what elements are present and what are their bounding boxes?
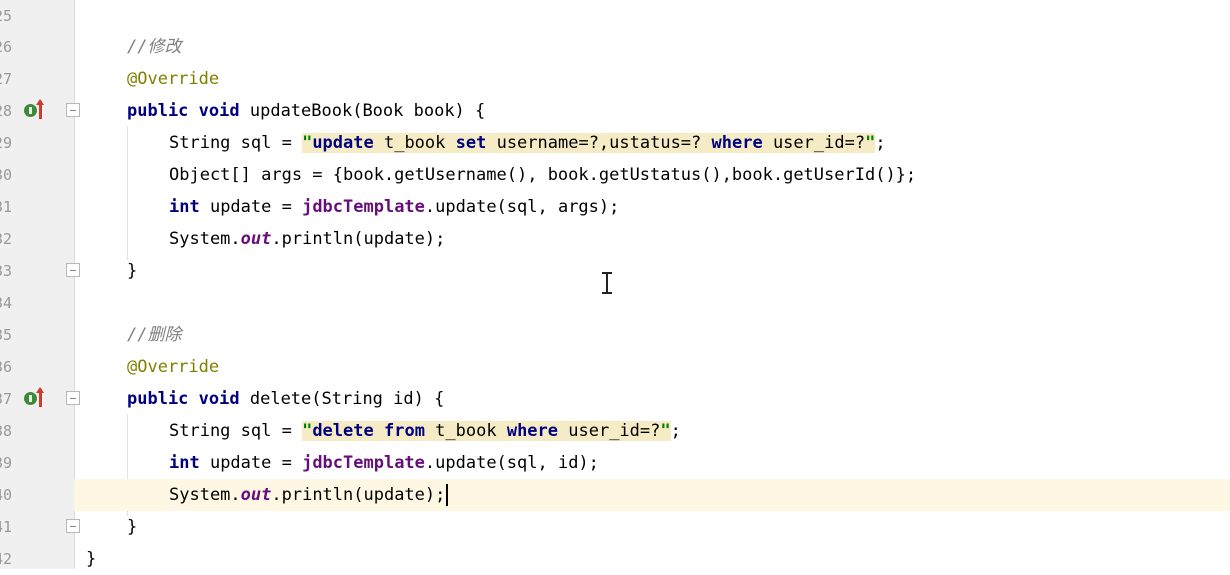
line-number: 41 (0, 518, 13, 536)
code-line[interactable]: 37 public void delete(String id) { (0, 383, 1230, 415)
line-number: 25 (0, 7, 13, 25)
code-line[interactable]: 26 //修改 (0, 31, 1230, 63)
code-line[interactable]: 36 @Override (0, 351, 1230, 383)
comment: //删除 (127, 325, 182, 345)
fold-icon[interactable] (66, 263, 80, 277)
code-line[interactable]: 27 @Override (0, 63, 1230, 95)
text-caret (446, 484, 449, 506)
code-text: String sql = (169, 133, 303, 153)
method-signature: updateBook(Book book) { (239, 101, 486, 121)
code-line[interactable]: 33 } (0, 255, 1230, 287)
keyword: int (169, 453, 200, 473)
code-line[interactable]: 40 System.out.println(update); (0, 479, 1230, 511)
string-literal: "delete from t_book where user_id=?" (302, 421, 671, 441)
code-line[interactable]: 29 String sql = "update t_book set usern… (0, 127, 1230, 159)
fold-icon[interactable] (66, 103, 80, 117)
line-number: 29 (0, 134, 13, 152)
method-signature: delete(String id) { (239, 389, 445, 409)
text-cursor-icon (602, 272, 612, 294)
line-number: 42 (0, 550, 13, 568)
line-number: 33 (0, 262, 13, 280)
implements-method-icon[interactable] (24, 387, 46, 409)
code-line[interactable]: 31 int update = jdbcTemplate.update(sql,… (0, 191, 1230, 223)
line-number: 37 (0, 390, 13, 408)
line-number: 28 (0, 102, 13, 120)
closing-brace: } (127, 261, 138, 281)
field-reference: jdbcTemplate (302, 197, 425, 217)
keyword: void (198, 101, 240, 121)
line-number: 30 (0, 166, 13, 184)
line-number: 40 (0, 486, 13, 504)
line-number: 26 (0, 38, 13, 56)
code-line[interactable]: 34 (0, 287, 1230, 319)
code-line[interactable]: 30 Object[] args = {book.getUsername(), … (0, 159, 1230, 191)
line-number: 38 (0, 422, 13, 440)
string-literal: "update t_book set username=?,ustatus=? … (302, 133, 876, 153)
implements-method-icon[interactable] (24, 99, 46, 121)
field-reference: jdbcTemplate (302, 453, 425, 473)
keyword: public (127, 101, 189, 121)
line-number: 27 (0, 70, 13, 88)
keyword: int (169, 197, 200, 217)
code-line[interactable]: 39 int update = jdbcTemplate.update(sql,… (0, 447, 1230, 479)
comment: //修改 (127, 37, 182, 57)
code-line[interactable]: 38 String sql = "delete from t_book wher… (0, 415, 1230, 447)
annotation: @Override (127, 357, 220, 377)
line-number: 35 (0, 326, 13, 344)
static-field: out (240, 229, 272, 249)
fold-icon[interactable] (66, 391, 80, 405)
code-line[interactable]: 41 } (0, 511, 1230, 543)
code-line[interactable]: 32 System.out.println(update); (0, 223, 1230, 255)
keyword: void (198, 389, 240, 409)
closing-brace: } (86, 549, 97, 569)
code-line[interactable]: 28 public void updateBook(Book book) { (0, 95, 1230, 127)
keyword: public (127, 389, 189, 409)
code-line[interactable]: 35 //删除 (0, 319, 1230, 351)
line-number: 32 (0, 230, 13, 248)
line-number: 34 (0, 294, 13, 312)
code-text: Object[] args = {book.getUsername(), boo… (169, 165, 917, 185)
static-field: out (240, 485, 272, 505)
annotation: @Override (127, 69, 220, 89)
closing-brace: } (127, 517, 138, 537)
line-number: 31 (0, 198, 13, 216)
fold-icon[interactable] (66, 519, 80, 533)
code-line[interactable]: 42 } (0, 543, 1230, 575)
line-number: 36 (0, 358, 13, 376)
code-line[interactable]: 25 (0, 0, 1230, 32)
line-number: 39 (0, 454, 13, 472)
